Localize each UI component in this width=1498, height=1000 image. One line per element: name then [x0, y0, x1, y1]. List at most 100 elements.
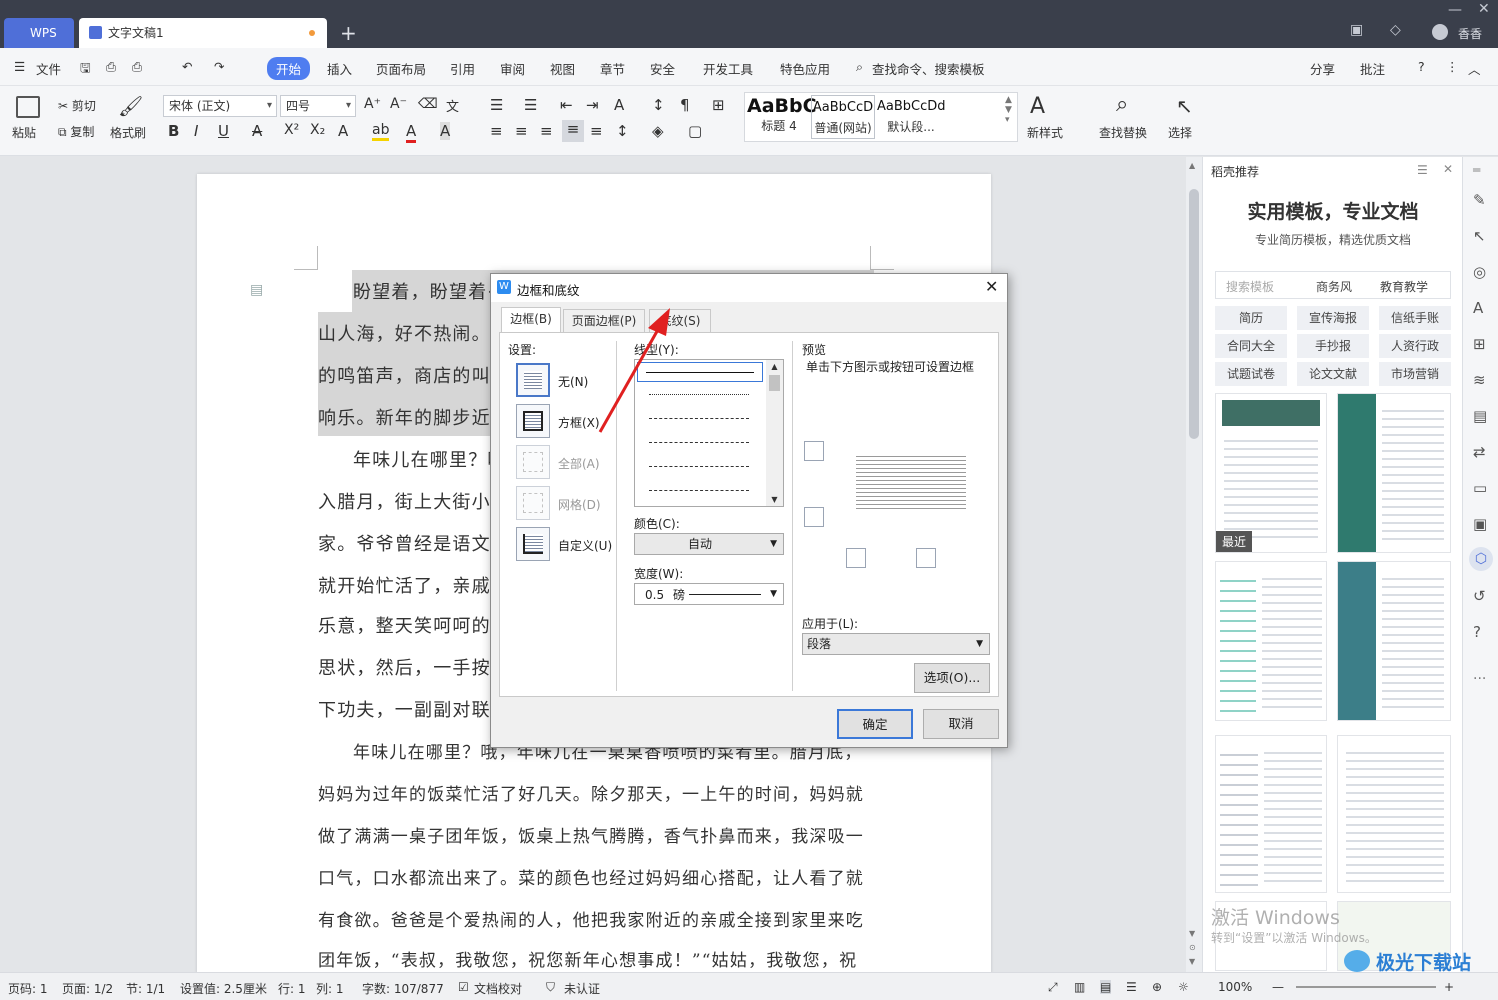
status-section[interactable]: 节: 1/1 [126, 980, 165, 997]
share-button[interactable]: 分享 [1310, 59, 1335, 78]
user-name[interactable]: 香香 [1458, 25, 1482, 42]
sidebar-collapse-icon[interactable]: ═ [1473, 163, 1480, 177]
template-thumb[interactable] [1337, 735, 1451, 893]
document-tab[interactable]: 文字文稿1 [79, 18, 327, 48]
template-thumb[interactable] [1337, 393, 1451, 553]
preview-paragraph[interactable] [856, 453, 966, 511]
menu-view[interactable]: 视图 [550, 59, 575, 78]
show-marks-icon[interactable]: ¶ [680, 96, 690, 114]
redo-icon[interactable]: ↷ [214, 59, 224, 74]
scroll-up-icon[interactable]: ▲ [766, 362, 783, 371]
zoom-level[interactable]: 100% [1218, 980, 1252, 994]
avatar[interactable] [1432, 24, 1448, 40]
template-thumb[interactable] [1337, 561, 1451, 721]
doc-line[interactable]: 团年饭，“表叔，我敬您，祝您新年心想事成！”“姑姑，我敬您，祝 [318, 946, 857, 971]
menu-start[interactable]: 开始 [267, 57, 311, 80]
setting-none[interactable]: 无(N) [558, 373, 588, 390]
align-right-icon[interactable]: ≡ [540, 122, 553, 140]
options-button[interactable]: 选项(O)... [914, 663, 990, 693]
font-name-select[interactable]: 宋体 (正文) [163, 95, 277, 117]
scroll-thumb[interactable] [769, 375, 780, 391]
search-icon[interactable]: ⌕ [856, 59, 863, 75]
close-window-icon[interactable]: ✕ [1478, 1, 1490, 17]
zoom-out-icon[interactable]: — [1272, 980, 1284, 994]
minimize-icon[interactable]: — [1448, 2, 1462, 18]
outline-view-icon[interactable]: ☰ [1126, 980, 1137, 994]
border-icon[interactable]: ▢ [688, 122, 702, 140]
help-icon[interactable]: ? [1418, 59, 1425, 74]
zoom-slider[interactable] [1296, 986, 1436, 988]
subscript-icon[interactable]: X₂ [310, 122, 325, 138]
save-icon[interactable]: 🖫 [80, 59, 91, 80]
status-row[interactable]: 行: 1 [278, 980, 306, 997]
cut-button[interactable]: ✂ 剪切 [58, 97, 96, 114]
panel-menu-icon[interactable]: ☰ [1417, 163, 1428, 177]
strikethrough-icon[interactable]: A [252, 122, 262, 140]
scroll-up-icon[interactable]: ▲ [1189, 161, 1195, 170]
more-dots-icon[interactable]: ··· [1473, 671, 1486, 687]
color-select[interactable]: 自动 [634, 533, 784, 555]
menu-review[interactable]: 审阅 [500, 59, 525, 78]
paragraph-options-icon[interactable]: ▤ [250, 282, 263, 298]
translate-icon[interactable]: ⇄ [1473, 443, 1486, 461]
menu-icon[interactable]: ☰ [14, 59, 25, 74]
preview-bottom-border-button[interactable] [804, 507, 824, 527]
select-cursor-icon[interactable]: ↖ [1176, 94, 1193, 118]
status-col[interactable]: 列: 1 [316, 980, 344, 997]
menu-references[interactable]: 引用 [450, 59, 475, 78]
bullet-list-icon[interactable]: ☰ [490, 96, 503, 114]
status-auth[interactable]: 未认证 [564, 980, 600, 997]
template-recommend-icon[interactable]: ⬡ [1469, 547, 1493, 571]
sort-icon[interactable]: ↕ [652, 96, 665, 114]
line-spacing-icon[interactable]: ↕ [616, 122, 629, 140]
cancel-button[interactable]: 取消 [923, 709, 999, 739]
distributed-icon[interactable]: ≡ [590, 122, 603, 140]
chip-business[interactable]: 商务风 [1316, 278, 1352, 295]
wps-home-tab[interactable]: WPS [4, 18, 74, 48]
doc-line[interactable]: 盼望着，盼望着· [353, 278, 494, 304]
help-circle-icon[interactable]: ? [1473, 623, 1481, 641]
scroll-thumb[interactable] [1189, 189, 1199, 439]
print-preview-icon[interactable]: ⎙ [106, 59, 116, 75]
cat-exam[interactable]: 试题试卷 [1215, 362, 1287, 386]
superscript-icon[interactable]: X² [284, 122, 299, 138]
line-style-long-dash[interactable] [649, 442, 749, 443]
file-menu[interactable]: 文件 [36, 59, 61, 78]
template-thumb[interactable]: 最近 [1215, 393, 1327, 553]
paste-icon[interactable] [16, 96, 40, 118]
preview-top-border-button[interactable] [804, 441, 824, 461]
font-color-icon[interactable]: A [406, 122, 417, 143]
style-default-para[interactable]: AaBbCcDd 默认段... [877, 95, 946, 139]
style-icon[interactable]: A [1473, 299, 1483, 317]
increase-indent-icon[interactable]: ⇥ [586, 96, 599, 114]
format-painter-button[interactable]: 格式刷 [110, 124, 146, 141]
doc-line[interactable]: 的鸣笛声，商店的叫卖 [318, 362, 510, 388]
doc-line[interactable]: 年味儿在哪里？哦 [353, 446, 507, 472]
menu-developer[interactable]: 开发工具 [703, 59, 753, 78]
more-icon[interactable]: ⋮ [1446, 59, 1459, 74]
copy-button[interactable]: ⧉ 复制 [58, 123, 94, 140]
style-heading4[interactable]: AaBbC 标题 4 [747, 95, 817, 139]
format-painter-icon[interactable]: 🖌 [118, 94, 143, 118]
phonetic-icon[interactable]: 文 [446, 96, 459, 115]
new-style-icon[interactable]: A [1030, 94, 1045, 119]
width-select[interactable]: 0.5 磅 [634, 583, 784, 605]
ok-button[interactable]: 确定 [837, 709, 913, 739]
menu-page-layout[interactable]: 页面布局 [376, 59, 426, 78]
doc-line[interactable]: 做了满满一桌子团年饭，饭桌上热气腾腾，香气扑鼻而来，我深吸一 [318, 822, 864, 847]
apply-to-select[interactable]: 段落 [802, 633, 990, 655]
decrease-indent-icon[interactable]: ⇤ [560, 96, 573, 114]
cat-resume[interactable]: 简历 [1215, 306, 1287, 330]
comment-button[interactable]: 批注 [1360, 59, 1385, 78]
setting-box-icon[interactable] [516, 404, 550, 438]
panel-close-icon[interactable]: ✕ [1443, 162, 1453, 176]
scroll-page-icon[interactable]: ▼ ⊙ ▼ [1189, 927, 1196, 969]
panel-header[interactable]: 稻壳推荐 [1211, 163, 1259, 180]
status-words[interactable]: 字数: 107/877 [362, 980, 444, 997]
cat-hr[interactable]: 人资行政 [1379, 334, 1451, 358]
highlight-icon[interactable]: ab [372, 122, 390, 141]
doc-line[interactable]: 入腊月，街上大街小巷 [318, 488, 510, 514]
chip-education[interactable]: 教育教学 [1380, 278, 1428, 295]
clear-format-icon[interactable]: ⌫ [418, 96, 438, 112]
doc-line[interactable]: 就开始忙活了，亲戚朋 [318, 572, 510, 598]
